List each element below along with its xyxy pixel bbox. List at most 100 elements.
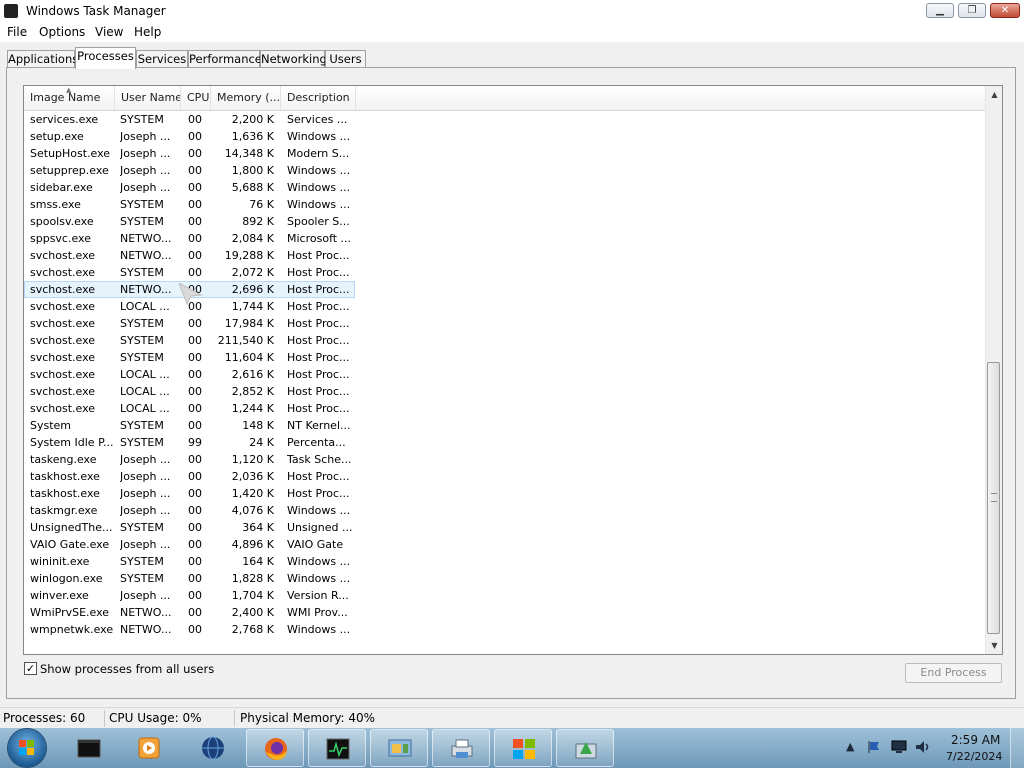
table-row[interactable]: setupprep.exe Joseph ... 00 1,800 K Windows …	[24, 162, 985, 179]
user-name: Joseph ...	[120, 453, 171, 466]
user-name: LOCAL ...	[120, 300, 170, 313]
memory-value: 2,084 K	[231, 232, 274, 245]
table-row[interactable]: svchost.exe LOCAL ... 00 2,616 K Host Proc..…	[24, 366, 985, 383]
process-name: WmiPrvSE.exe	[30, 606, 110, 619]
table-row[interactable]: sppsvc.exe NETWO... 00 2,084 K Microsoft ...	[24, 230, 985, 247]
end-process-button[interactable]: End Process	[905, 663, 1002, 683]
restore-button[interactable]: ❐	[958, 3, 986, 18]
tab-services[interactable]: Services	[136, 50, 188, 68]
status-bar: Processes: 60 CPU Usage: 0% Physical Mem…	[0, 707, 1024, 729]
tab-applications[interactable]: Applications	[7, 50, 78, 68]
cpu-value: 00	[188, 453, 202, 466]
process-name: sidebar.exe	[30, 181, 93, 194]
taskbar-windows[interactable]	[494, 729, 552, 767]
column-cpu[interactable]: CPU	[181, 86, 211, 110]
table-row[interactable]: svchost.exe NETWO... 00 19,288 K Host Proc..…	[24, 247, 985, 264]
memory-value: 4,076 K	[231, 504, 274, 517]
tab-users[interactable]: Users	[325, 50, 366, 68]
taskbar-command-prompt[interactable]	[60, 729, 118, 767]
table-row[interactable]: svchost.exe LOCAL ... 00 1,744 K Host Proc..…	[24, 298, 985, 315]
process-name: taskmgr.exe	[30, 504, 98, 517]
memory-value: 1,120 K	[231, 453, 274, 466]
task-manager-icon	[326, 738, 350, 760]
description: Modern S...	[287, 147, 350, 160]
description: Windows ...	[287, 572, 351, 585]
show-all-users-checkbox[interactable]: ✓	[24, 662, 37, 675]
table-row[interactable]: wmpnetwk.exe NETWO... 00 2,768 K Windows ...	[24, 621, 985, 638]
description: Unsigned ...	[287, 521, 353, 534]
minimize-button[interactable]: ▁	[926, 3, 954, 18]
description: Host Proc...	[287, 351, 350, 364]
table-row[interactable]: taskeng.exe Joseph ... 00 1,120 K Task Sche.…	[24, 451, 985, 468]
tab-networking[interactable]: Networking	[260, 50, 327, 68]
menu-options[interactable]: Options	[39, 25, 85, 39]
table-row[interactable]: UnsignedThe... SYSTEM 00 364 K Unsigned ...	[24, 519, 985, 536]
close-button[interactable]: ✕	[990, 3, 1020, 18]
scroll-thumb[interactable]	[987, 362, 1000, 634]
scroll-down-arrow-icon[interactable]: ▼	[986, 637, 1002, 654]
table-row[interactable]: sidebar.exe Joseph ... 00 5,688 K Windows ..…	[24, 179, 985, 196]
table-row[interactable]: taskmgr.exe Joseph ... 00 4,076 K Windows ..…	[24, 502, 985, 519]
show-hidden-icons-icon[interactable]: ▲	[846, 740, 854, 753]
vertical-scrollbar[interactable]: ▲ ▼	[985, 86, 1002, 654]
process-name: smss.exe	[30, 198, 81, 211]
table-row[interactable]: wininit.exe SYSTEM 00 164 K Windows ...	[24, 553, 985, 570]
clock-date[interactable]: 7/22/2024	[946, 750, 1002, 763]
table-row[interactable]: System Idle P... SYSTEM 99 24 K Percenta...	[24, 434, 985, 451]
menu-file[interactable]: File	[7, 25, 27, 39]
table-row[interactable]: services.exe SYSTEM 00 2,200 K Services ...	[24, 111, 985, 128]
table-row[interactable]: svchost.exe SYSTEM 00 2,072 K Host Proc...	[24, 264, 985, 281]
status-cpu: CPU Usage: 0%	[109, 711, 202, 725]
table-row[interactable]: setup.exe Joseph ... 00 1,636 K Windows ...	[24, 128, 985, 145]
table-row[interactable]: VAIO Gate.exe Joseph ... 00 4,896 K VAIO Gat…	[24, 536, 985, 553]
clock-time[interactable]: 2:59 AM	[951, 733, 1000, 747]
cpu-value: 00	[188, 402, 202, 415]
taskbar-globe[interactable]	[184, 729, 242, 767]
cpu-value: 00	[188, 147, 202, 160]
network-icon[interactable]	[890, 740, 908, 754]
user-name: SYSTEM	[120, 555, 164, 568]
taskbar-task-manager[interactable]	[308, 729, 366, 767]
table-row[interactable]: svchost.exe LOCAL ... 00 2,852 K Host Proc..…	[24, 383, 985, 400]
process-name: services.exe	[30, 113, 99, 126]
tab-performance[interactable]: Performance	[188, 50, 262, 68]
taskbar-media-player[interactable]	[120, 729, 178, 767]
column-description[interactable]: Description	[281, 86, 356, 110]
taskbar-firefox[interactable]	[246, 729, 304, 767]
table-row[interactable]: winver.exe Joseph ... 00 1,704 K Version R..…	[24, 587, 985, 604]
table-row[interactable]: svchost.exe SYSTEM 00 17,984 K Host Proc...	[24, 315, 985, 332]
taskbar: ▲ 2:59 AM 7/22/2024	[0, 728, 1024, 768]
table-row[interactable]: SetupHost.exe Joseph ... 00 14,348 K Modern …	[24, 145, 985, 162]
table-row[interactable]: WmiPrvSE.exe NETWO... 00 2,400 K WMI Prov...	[24, 604, 985, 621]
media-player-icon	[138, 737, 160, 759]
table-row[interactable]: System SYSTEM 00 148 K NT Kernel...	[24, 417, 985, 434]
taskbar-image-editor[interactable]	[556, 729, 614, 767]
taskbar-control-panel[interactable]	[370, 729, 428, 767]
menu-help[interactable]: Help	[134, 25, 161, 39]
tab-processes[interactable]: Processes	[75, 47, 136, 69]
table-row[interactable]: taskhost.exe Joseph ... 00 1,420 K Host Proc…	[24, 485, 985, 502]
description: Windows ...	[287, 555, 351, 568]
scroll-up-arrow-icon[interactable]: ▲	[986, 86, 1002, 103]
table-row[interactable]: svchost.exe LOCAL ... 00 1,244 K Host Proc..…	[24, 400, 985, 417]
table-row[interactable]: svchost.exe SYSTEM 00 11,604 K Host Proc...	[24, 349, 985, 366]
taskbar-printer[interactable]	[432, 729, 490, 767]
column-memory[interactable]: Memory (...	[211, 86, 281, 110]
menu-view[interactable]: View	[95, 25, 123, 39]
description: WMI Prov...	[287, 606, 348, 619]
table-row[interactable]: taskhost.exe Joseph ... 00 2,036 K Host Proc…	[24, 468, 985, 485]
table-row[interactable]: svchost.exe SYSTEM 00 211,540 K Host Proc...	[24, 332, 985, 349]
process-list[interactable]: Image Name ▲ User Name CPU Memory (... D…	[23, 85, 1003, 655]
column-user-name[interactable]: User Name	[115, 86, 181, 110]
process-name: wininit.exe	[30, 555, 90, 568]
memory-value: 76 K	[249, 198, 274, 211]
table-row[interactable]: smss.exe SYSTEM 00 76 K Windows ...	[24, 196, 985, 213]
volume-icon[interactable]	[914, 739, 932, 755]
table-row[interactable]: winlogon.exe SYSTEM 00 1,828 K Windows ...	[24, 570, 985, 587]
cpu-value: 00	[188, 164, 202, 177]
start-button[interactable]	[8, 729, 46, 767]
table-row[interactable]: spoolsv.exe SYSTEM 00 892 K Spooler S...	[24, 213, 985, 230]
show-desktop-button[interactable]	[1010, 728, 1024, 768]
action-center-flag-icon[interactable]	[866, 739, 882, 755]
memory-value: 2,768 K	[231, 623, 274, 636]
